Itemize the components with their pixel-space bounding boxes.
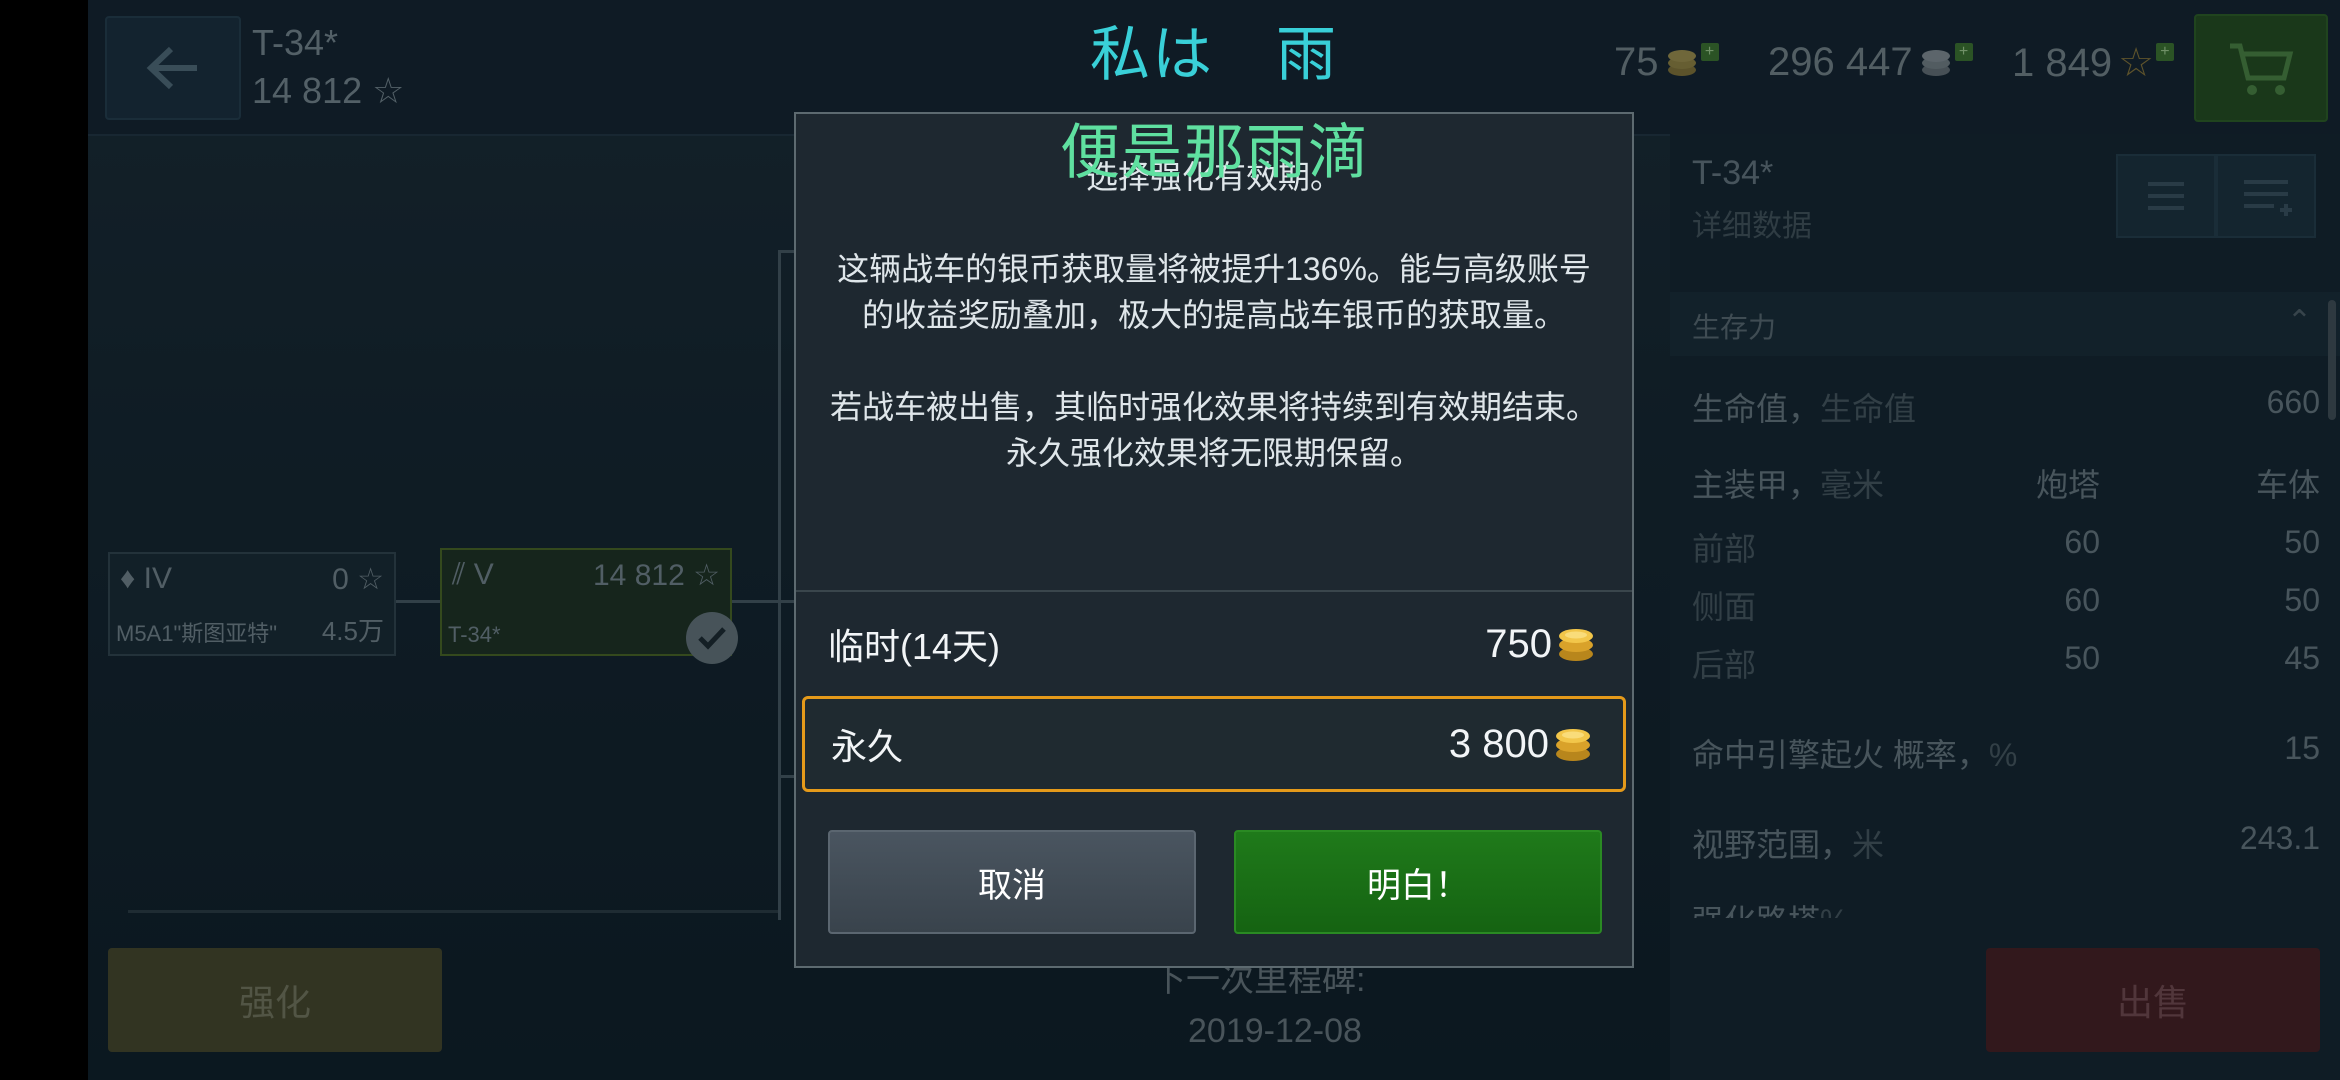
option-permanent[interactable]: 永久 3 800 — [802, 696, 1626, 792]
dialog-body: 选择强化有效期。 这辆战车的银币获取量将被提升136%。能与高级账号的收益奖励叠… — [826, 154, 1602, 476]
confirm-button[interactable]: 明白！ — [1234, 830, 1602, 934]
dialog-sell-note: 若战车被出售，其临时强化效果将持续到有效期结束。 — [829, 389, 1598, 425]
option-price: 3 800 — [1449, 722, 1593, 767]
dialog-permanent-note: 永久强化效果将无限期保留。 — [1005, 435, 1422, 471]
price-value: 3 800 — [1448, 721, 1549, 766]
dialog-description: 这辆战车的银币获取量将被提升136%。能与高级账号的收益奖励叠加，极大的提高战车… — [837, 251, 1591, 333]
subtitle-line-2: 便是那雨滴 — [1060, 119, 1370, 186]
option-label: 永久 — [831, 726, 904, 767]
option-label: 临时(14天) — [828, 626, 1001, 667]
dialog-divider — [796, 590, 1632, 592]
gold-coin-icon — [1559, 629, 1593, 661]
gold-coin-icon — [1556, 729, 1590, 761]
option-temporary[interactable]: 临时(14天) 750 — [802, 596, 1626, 692]
subtitle-line-1: 私は 雨 — [1090, 21, 1338, 88]
upgrade-duration-dialog: 选择强化有效期。 这辆战车的银币获取量将被提升136%。能与高级账号的收益奖励叠… — [794, 112, 1634, 968]
option-price: 750 — [1485, 622, 1596, 667]
price-value: 750 — [1485, 621, 1552, 666]
cancel-button[interactable]: 取消 — [828, 830, 1196, 934]
